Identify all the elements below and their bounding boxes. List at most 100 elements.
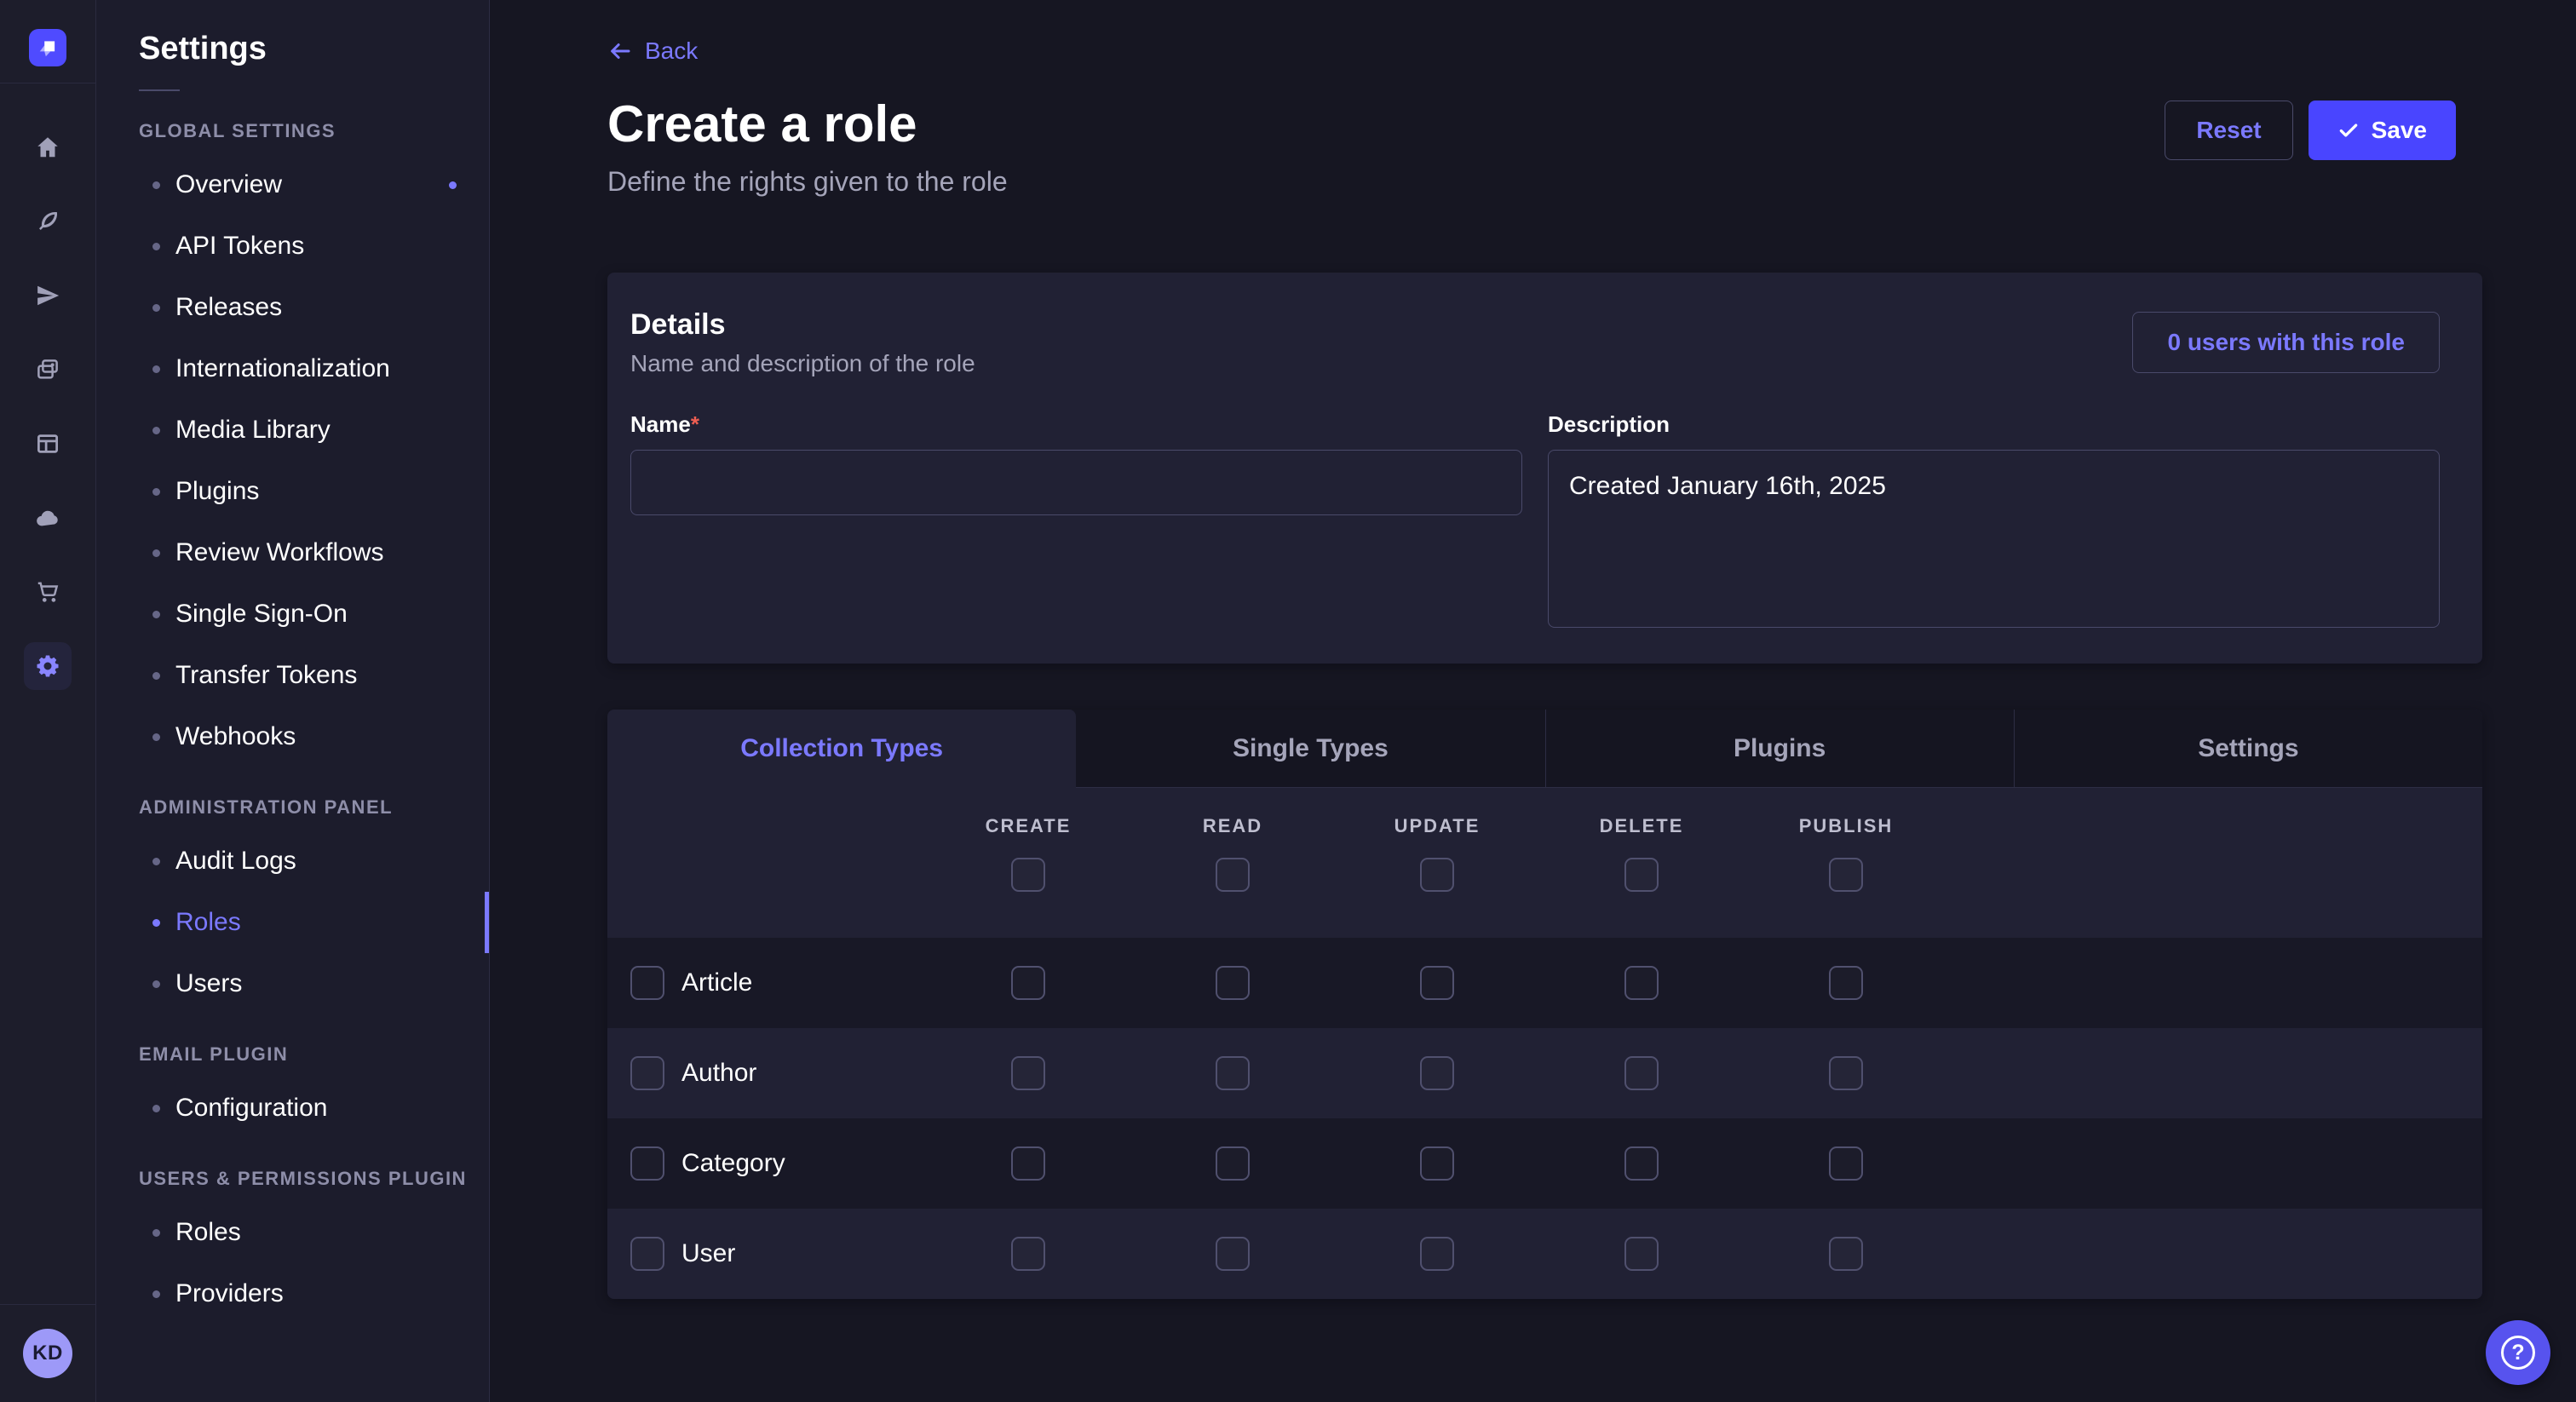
column-header-delete: DELETE xyxy=(1600,815,1684,837)
users-with-role-button[interactable]: 0 users with this role xyxy=(2132,312,2440,373)
bullet-icon xyxy=(152,549,160,557)
sidebar-item-review-workflows[interactable]: Review Workflows xyxy=(96,522,489,583)
sidebar-item-audit-logs[interactable]: Audit Logs xyxy=(96,830,489,892)
row-select-checkbox[interactable] xyxy=(630,1146,664,1181)
permission-checkbox-create[interactable] xyxy=(1011,966,1045,1000)
sidebar-item-label: Plugins xyxy=(175,477,259,506)
reset-button[interactable]: Reset xyxy=(2165,101,2292,160)
main-nav-rail: KD xyxy=(0,0,96,1402)
permission-checkbox-delete[interactable] xyxy=(1624,1056,1659,1090)
permission-checkbox-read[interactable] xyxy=(1216,1237,1250,1271)
sidebar-item-label: Webhooks xyxy=(175,722,296,751)
row-label: Category xyxy=(681,1149,785,1178)
select-all-read-checkbox[interactable] xyxy=(1216,858,1250,892)
rail-bottom-divider xyxy=(0,1304,96,1305)
permission-checkbox-read[interactable] xyxy=(1216,966,1250,1000)
table-row-author: Author xyxy=(607,1028,2482,1118)
permission-checkbox-update[interactable] xyxy=(1420,1237,1454,1271)
row-select-checkbox[interactable] xyxy=(630,966,664,1000)
cloud-icon[interactable] xyxy=(35,505,60,531)
permission-checkbox-read[interactable] xyxy=(1216,1146,1250,1181)
sidebar-item-users[interactable]: Users xyxy=(96,953,489,1014)
cart-icon[interactable] xyxy=(35,579,60,605)
sidebar-item-plugins[interactable]: Plugins xyxy=(96,461,489,522)
sidebar-item-label: Configuration xyxy=(175,1094,327,1123)
bullet-icon xyxy=(152,181,160,189)
tab-bar: Collection Types Single Types Plugins Se… xyxy=(607,710,2482,788)
sidebar-item-label: API Tokens xyxy=(175,232,304,261)
sidebar-item-label: Review Workflows xyxy=(175,538,384,567)
bullet-icon xyxy=(152,980,160,988)
column-header-create: CREATE xyxy=(986,815,1072,837)
permission-checkbox-create[interactable] xyxy=(1011,1237,1045,1271)
select-all-update-checkbox[interactable] xyxy=(1420,858,1454,892)
sidebar-item-label: Media Library xyxy=(175,416,331,445)
strapi-logo-icon xyxy=(29,29,66,66)
row-select-checkbox[interactable] xyxy=(630,1056,664,1090)
sidebar-item-internationalization[interactable]: Internationalization xyxy=(96,338,489,399)
tab-plugins[interactable]: Plugins xyxy=(1545,710,2014,788)
sidebar-item-label: Providers xyxy=(175,1279,284,1308)
settings-nav-active[interactable] xyxy=(24,642,72,690)
sidebar-item-releases[interactable]: Releases xyxy=(96,277,489,338)
permission-checkbox-publish[interactable] xyxy=(1829,966,1863,1000)
table-row-user: User xyxy=(607,1209,2482,1299)
tab-settings[interactable]: Settings xyxy=(2014,710,2482,788)
home-icon[interactable] xyxy=(35,135,60,160)
bullet-icon xyxy=(152,427,160,434)
row-select-checkbox[interactable] xyxy=(630,1237,664,1271)
save-label: Save xyxy=(2372,117,2427,144)
sidebar-item-single-sign-on[interactable]: Single Sign-On xyxy=(96,583,489,645)
select-all-create-checkbox[interactable] xyxy=(1011,858,1045,892)
permission-checkbox-read[interactable] xyxy=(1216,1056,1250,1090)
help-button[interactable]: ? xyxy=(2486,1320,2550,1385)
sidebar-item-webhooks[interactable]: Webhooks xyxy=(96,706,489,767)
permission-checkbox-update[interactable] xyxy=(1420,1146,1454,1181)
permission-checkbox-publish[interactable] xyxy=(1829,1237,1863,1271)
name-input[interactable] xyxy=(630,450,1522,515)
tab-single-types[interactable]: Single Types xyxy=(1076,710,1544,788)
paper-plane-icon[interactable] xyxy=(35,283,60,308)
feather-icon[interactable] xyxy=(35,209,60,234)
active-item-indicator xyxy=(485,892,489,953)
details-subtitle: Name and description of the role xyxy=(630,350,975,377)
permission-checkbox-delete[interactable] xyxy=(1624,966,1659,1000)
select-all-delete-checkbox[interactable] xyxy=(1624,858,1659,892)
sidebar-item-configuration[interactable]: Configuration xyxy=(96,1077,489,1139)
avatar[interactable]: KD xyxy=(23,1329,72,1378)
permission-checkbox-create[interactable] xyxy=(1011,1146,1045,1181)
permission-checkbox-create[interactable] xyxy=(1011,1056,1045,1090)
layout-icon[interactable] xyxy=(35,431,60,457)
select-all-publish-checkbox[interactable] xyxy=(1829,858,1863,892)
bullet-icon xyxy=(152,243,160,250)
column-header-update: UPDATE xyxy=(1394,815,1481,837)
settings-subnav: Settings GLOBAL SETTINGS Overview API To… xyxy=(96,0,490,1402)
sidebar-item-roles-active[interactable]: Roles xyxy=(96,892,489,953)
permission-checkbox-publish[interactable] xyxy=(1829,1056,1863,1090)
images-icon[interactable] xyxy=(35,357,60,382)
tab-collection-types[interactable]: Collection Types xyxy=(607,710,1076,788)
notification-dot xyxy=(449,181,457,189)
sidebar-item-media-library[interactable]: Media Library xyxy=(96,399,489,461)
bullet-icon xyxy=(152,488,160,496)
back-link[interactable]: Back xyxy=(607,37,698,65)
sidebar-item-label: Releases xyxy=(175,293,282,322)
description-textarea[interactable]: Created January 16th, 2025 xyxy=(1548,450,2440,628)
permission-checkbox-delete[interactable] xyxy=(1624,1146,1659,1181)
sidebar-item-api-tokens[interactable]: API Tokens xyxy=(96,215,489,277)
section-label-email-plugin: EMAIL PLUGIN xyxy=(139,1043,489,1066)
sidebar-item-up-roles[interactable]: Roles xyxy=(96,1202,489,1263)
bullet-icon xyxy=(152,672,160,680)
permission-checkbox-update[interactable] xyxy=(1420,1056,1454,1090)
bullet-icon xyxy=(152,919,160,927)
permission-checkbox-update[interactable] xyxy=(1420,966,1454,1000)
back-label: Back xyxy=(645,37,698,65)
permission-checkbox-delete[interactable] xyxy=(1624,1237,1659,1271)
check-icon xyxy=(2337,119,2360,141)
save-button[interactable]: Save xyxy=(2309,101,2456,160)
sidebar-item-overview[interactable]: Overview xyxy=(96,154,489,215)
sidebar-item-providers[interactable]: Providers xyxy=(96,1263,489,1324)
bullet-icon xyxy=(152,1105,160,1112)
permission-checkbox-publish[interactable] xyxy=(1829,1146,1863,1181)
sidebar-item-transfer-tokens[interactable]: Transfer Tokens xyxy=(96,645,489,706)
